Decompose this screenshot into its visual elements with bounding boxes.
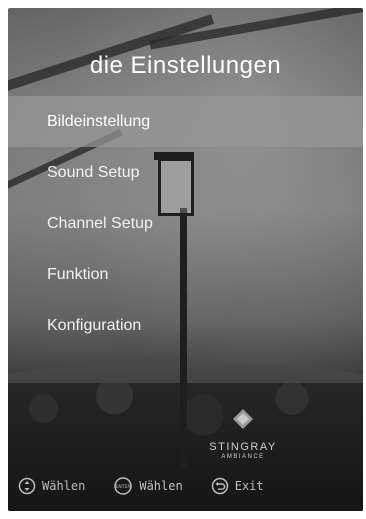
menu-item-sound-setup[interactable]: Sound Setup (8, 147, 363, 198)
svg-text:ENTER: ENTER (116, 484, 131, 490)
stingray-logo-icon (233, 409, 253, 429)
hint-label: Wählen (42, 479, 86, 493)
menu-item-label: Sound Setup (47, 163, 140, 181)
brand-subtitle: AMBIANCE (221, 454, 265, 460)
stingray-logo: STINGRAY AMBIANCE (208, 408, 278, 460)
hint-label: Exit (234, 479, 264, 493)
menu-item-label: Bildeinstellung (47, 112, 151, 130)
page-title: die Einstellungen (89, 52, 282, 79)
menu-item-bildeinstellung[interactable]: Bildeinstellung (8, 96, 363, 147)
menu-item-label: Konfiguration (47, 316, 142, 334)
menu-item-label: Channel Setup (47, 214, 153, 232)
hint-exit: Exit (211, 477, 264, 495)
tv-screen: die Einstellungen Bildeinstellung Sound … (8, 8, 363, 511)
hint-label: Wählen (139, 479, 183, 493)
back-icon (211, 477, 229, 495)
menu-item-label: Funktion (47, 265, 109, 283)
menu-item-channel-setup[interactable]: Channel Setup (8, 198, 363, 249)
enter-icon: ENTER (113, 477, 133, 495)
brand-name: STINGRAY (209, 441, 277, 453)
updown-icon (18, 477, 36, 495)
hint-select-updown: Wählen (18, 477, 85, 495)
settings-menu: Bildeinstellung Sound Setup Channel Setu… (8, 96, 363, 351)
menu-item-funktion[interactable]: Funktion (8, 249, 363, 300)
hint-select-enter: ENTER Wählen (113, 477, 183, 495)
footer-hints: Wählen ENTER Wählen Exit (18, 476, 363, 496)
menu-item-konfiguration[interactable]: Konfiguration (8, 300, 363, 351)
